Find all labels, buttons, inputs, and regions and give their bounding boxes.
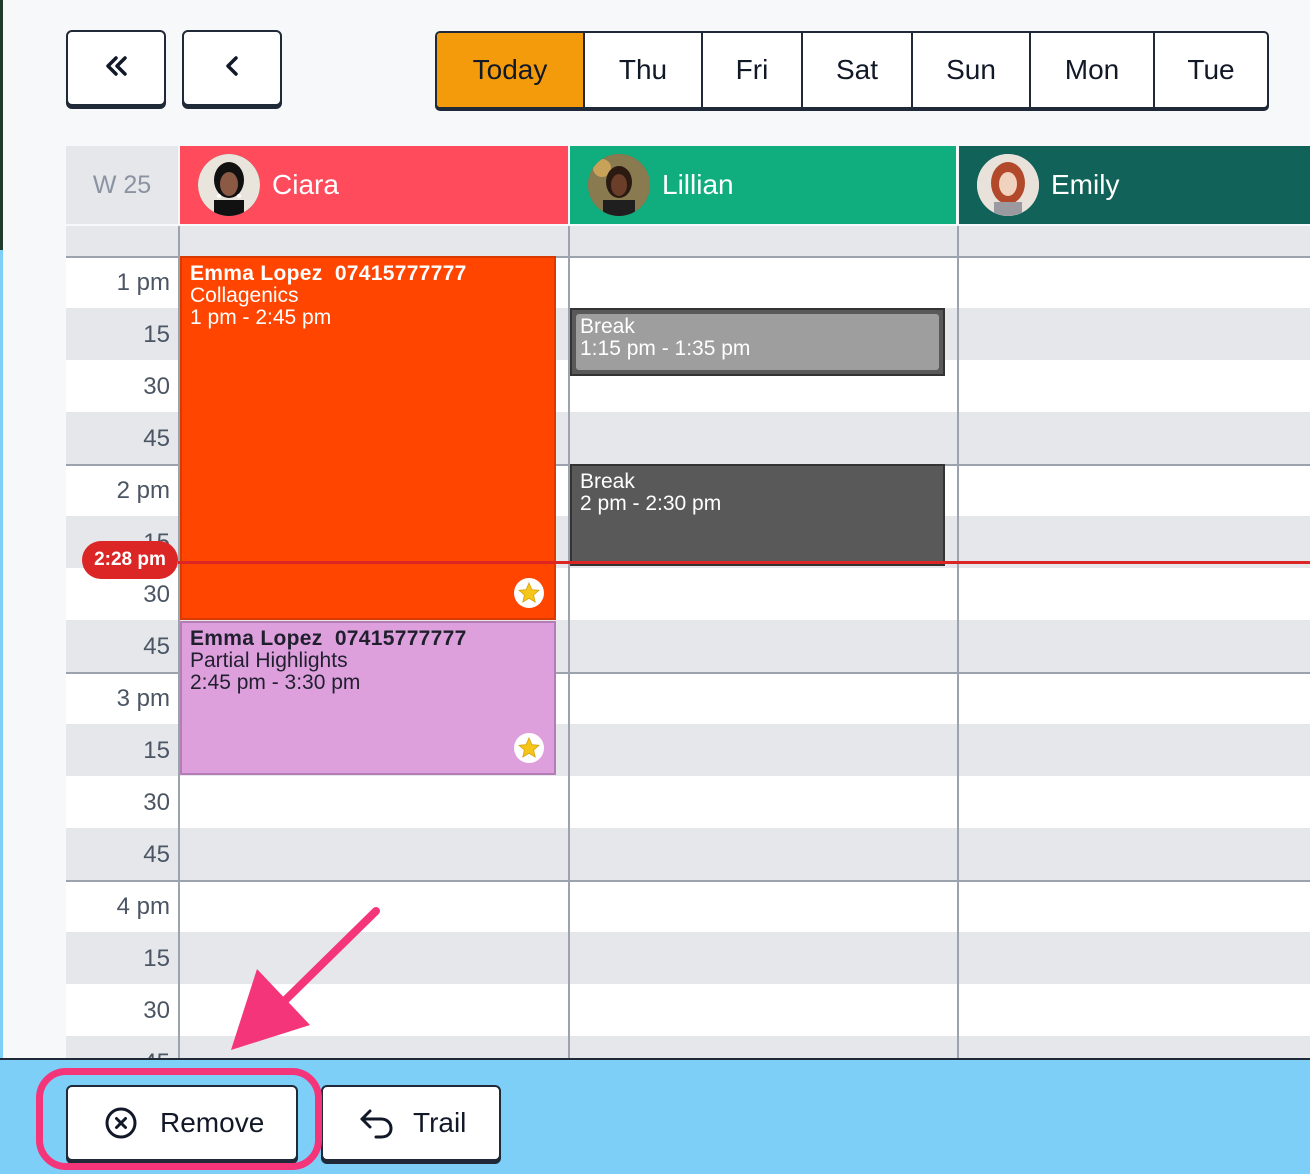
pointer-arrow-icon [231,907,380,1050]
